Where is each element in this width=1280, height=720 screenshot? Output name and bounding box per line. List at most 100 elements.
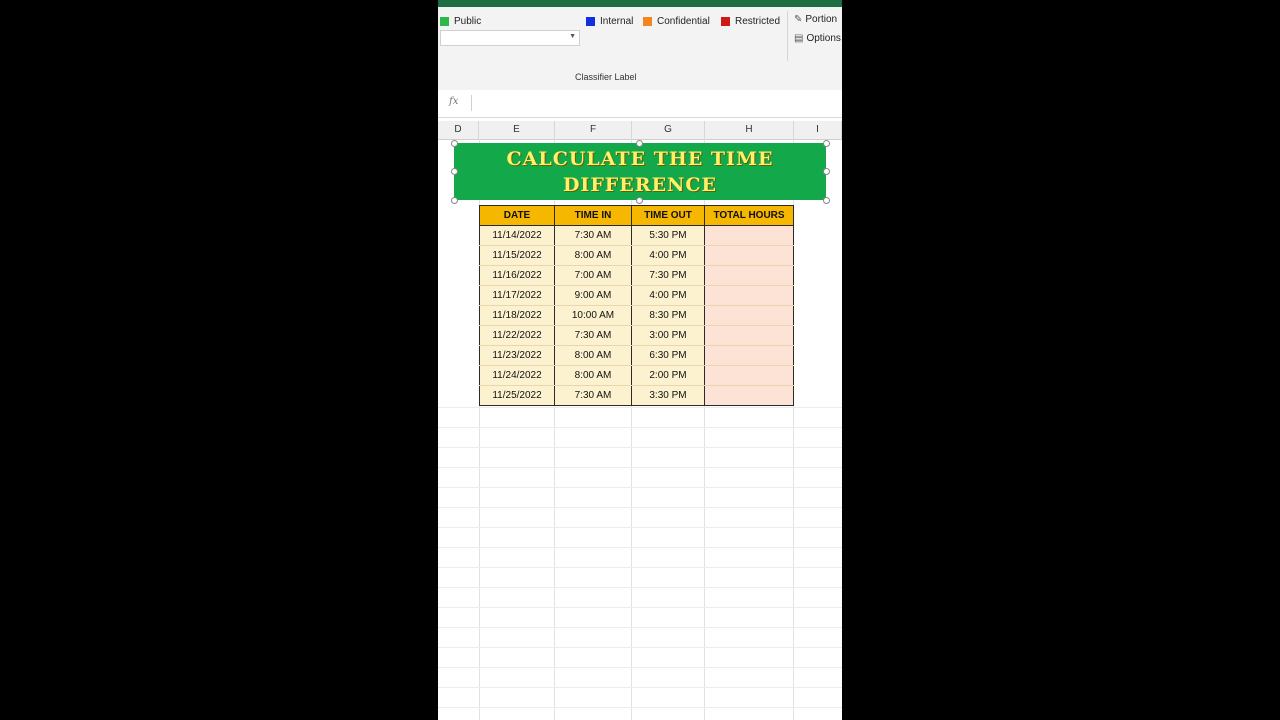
cell-time-in[interactable]: 7:30 AM [554, 385, 632, 406]
grid-line [438, 427, 842, 428]
table-row: 11/15/2022 8:00 AM 4:00 PM [479, 245, 794, 266]
resize-handle[interactable] [451, 197, 458, 204]
cell-time-out[interactable]: 4:00 PM [631, 285, 705, 306]
cell-date[interactable]: 11/24/2022 [479, 365, 555, 386]
column-header-i[interactable]: I [794, 121, 842, 139]
cell-total-hours[interactable] [704, 305, 794, 326]
header-date[interactable]: DATE [479, 205, 555, 226]
options-icon: ▤ [794, 33, 804, 44]
label-public-text: Public [454, 15, 482, 27]
column-header-f[interactable]: F [555, 121, 632, 139]
time-table: DATE TIME IN TIME OUT TOTAL HOURS 11/14/… [479, 205, 794, 406]
cell-time-in[interactable]: 9:00 AM [554, 285, 632, 306]
cell-time-in[interactable]: 7:30 AM [554, 225, 632, 246]
column-header-h[interactable]: H [705, 121, 794, 139]
cell-time-out[interactable]: 2:00 PM [631, 365, 705, 386]
column-header-g[interactable]: G [632, 121, 705, 139]
cell-total-hours[interactable] [704, 285, 794, 306]
table-row: 11/25/2022 7:30 AM 3:30 PM [479, 385, 794, 406]
label-restricted[interactable]: Restricted [721, 14, 780, 28]
column-header-d[interactable]: D [438, 121, 479, 139]
grid-line [438, 667, 842, 668]
cell-date[interactable]: 11/17/2022 [479, 285, 555, 306]
formula-bar: fx [438, 90, 842, 118]
table-row: 11/16/2022 7:00 AM 7:30 PM [479, 265, 794, 286]
table-row: 11/22/2022 7:30 AM 3:00 PM [479, 325, 794, 346]
cell-time-in[interactable]: 7:00 AM [554, 265, 632, 286]
resize-handle[interactable] [451, 140, 458, 147]
column-header-e[interactable]: E [479, 121, 555, 139]
cell-time-out[interactable]: 6:30 PM [631, 345, 705, 366]
options-label: Options [806, 33, 841, 44]
resize-handle[interactable] [636, 140, 643, 147]
cell-time-in[interactable]: 8:00 AM [554, 345, 632, 366]
worksheet-grid[interactable]: CALCULATE THE TIME DIFFERENCE DATE TIME … [438, 139, 842, 720]
resize-handle[interactable] [823, 197, 830, 204]
grid-line [438, 567, 842, 568]
portion-button[interactable]: ✎ Portion [794, 14, 837, 25]
fx-icon[interactable]: fx [449, 96, 458, 107]
grid-line [438, 587, 842, 588]
grid-line [438, 507, 842, 508]
options-button[interactable]: ▤ Options [794, 33, 841, 44]
cell-date[interactable]: 11/22/2022 [479, 325, 555, 346]
label-confidential[interactable]: Confidential [643, 14, 710, 28]
excel-window: Public Internal Confidential Restricted … [438, 0, 842, 720]
formula-separator [471, 95, 472, 111]
cell-total-hours[interactable] [704, 225, 794, 246]
grid-line [438, 467, 842, 468]
label-dropdown[interactable]: ▼ [440, 30, 580, 46]
cell-time-in[interactable]: 8:00 AM [554, 365, 632, 386]
resize-handle[interactable] [823, 168, 830, 175]
title-bar [438, 0, 842, 7]
cell-total-hours[interactable] [704, 385, 794, 406]
table-row: 11/14/2022 7:30 AM 5:30 PM [479, 225, 794, 246]
table-row: 11/17/2022 9:00 AM 4:00 PM [479, 285, 794, 306]
public-color-icon [440, 16, 449, 26]
cell-time-in[interactable]: 10:00 AM [554, 305, 632, 326]
resize-handle[interactable] [636, 197, 643, 204]
grid-line [438, 627, 842, 628]
restricted-color-icon [721, 16, 730, 26]
cell-time-out[interactable]: 5:30 PM [631, 225, 705, 246]
cell-total-hours[interactable] [704, 365, 794, 386]
header-time-in[interactable]: TIME IN [554, 205, 632, 226]
label-internal-text: Internal [600, 15, 634, 27]
cell-date[interactable]: 11/18/2022 [479, 305, 555, 326]
grid-line [438, 527, 842, 528]
cell-time-out[interactable]: 7:30 PM [631, 265, 705, 286]
title-banner-shape[interactable]: CALCULATE THE TIME DIFFERENCE [454, 143, 826, 200]
cell-date[interactable]: 11/15/2022 [479, 245, 555, 266]
cell-date[interactable]: 11/16/2022 [479, 265, 555, 286]
portion-label: Portion [805, 14, 838, 25]
cell-time-in[interactable]: 8:00 AM [554, 245, 632, 266]
grid-line [438, 707, 842, 708]
ribbon-separator [787, 11, 788, 61]
cell-total-hours[interactable] [704, 345, 794, 366]
resize-handle[interactable] [823, 140, 830, 147]
cell-time-out[interactable]: 3:30 PM [631, 385, 705, 406]
cell-time-out[interactable]: 3:00 PM [631, 325, 705, 346]
cell-date[interactable]: 11/23/2022 [479, 345, 555, 366]
cell-total-hours[interactable] [704, 245, 794, 266]
cell-date[interactable]: 11/25/2022 [479, 385, 555, 406]
header-time-out[interactable]: TIME OUT [631, 205, 705, 226]
grid-line [438, 607, 842, 608]
cell-time-out[interactable]: 4:00 PM [631, 245, 705, 266]
cell-total-hours[interactable] [704, 325, 794, 346]
label-internal[interactable]: Internal [586, 14, 633, 28]
table-row: 11/18/2022 10:00 AM 8:30 PM [479, 305, 794, 326]
chevron-down-icon: ▼ [569, 33, 576, 40]
cell-time-out[interactable]: 8:30 PM [631, 305, 705, 326]
resize-handle[interactable] [451, 168, 458, 175]
header-total-hours[interactable]: TOTAL HOURS [704, 205, 794, 226]
cell-total-hours[interactable] [704, 265, 794, 286]
grid-line [438, 447, 842, 448]
grid-line [438, 647, 842, 648]
cell-time-in[interactable]: 7:30 AM [554, 325, 632, 346]
banner-line-1: CALCULATE THE TIME [506, 147, 774, 170]
cell-date[interactable]: 11/14/2022 [479, 225, 555, 246]
label-public[interactable]: Public [440, 14, 481, 28]
column-headers: D E F G H I [438, 121, 842, 140]
grid-line [438, 687, 842, 688]
